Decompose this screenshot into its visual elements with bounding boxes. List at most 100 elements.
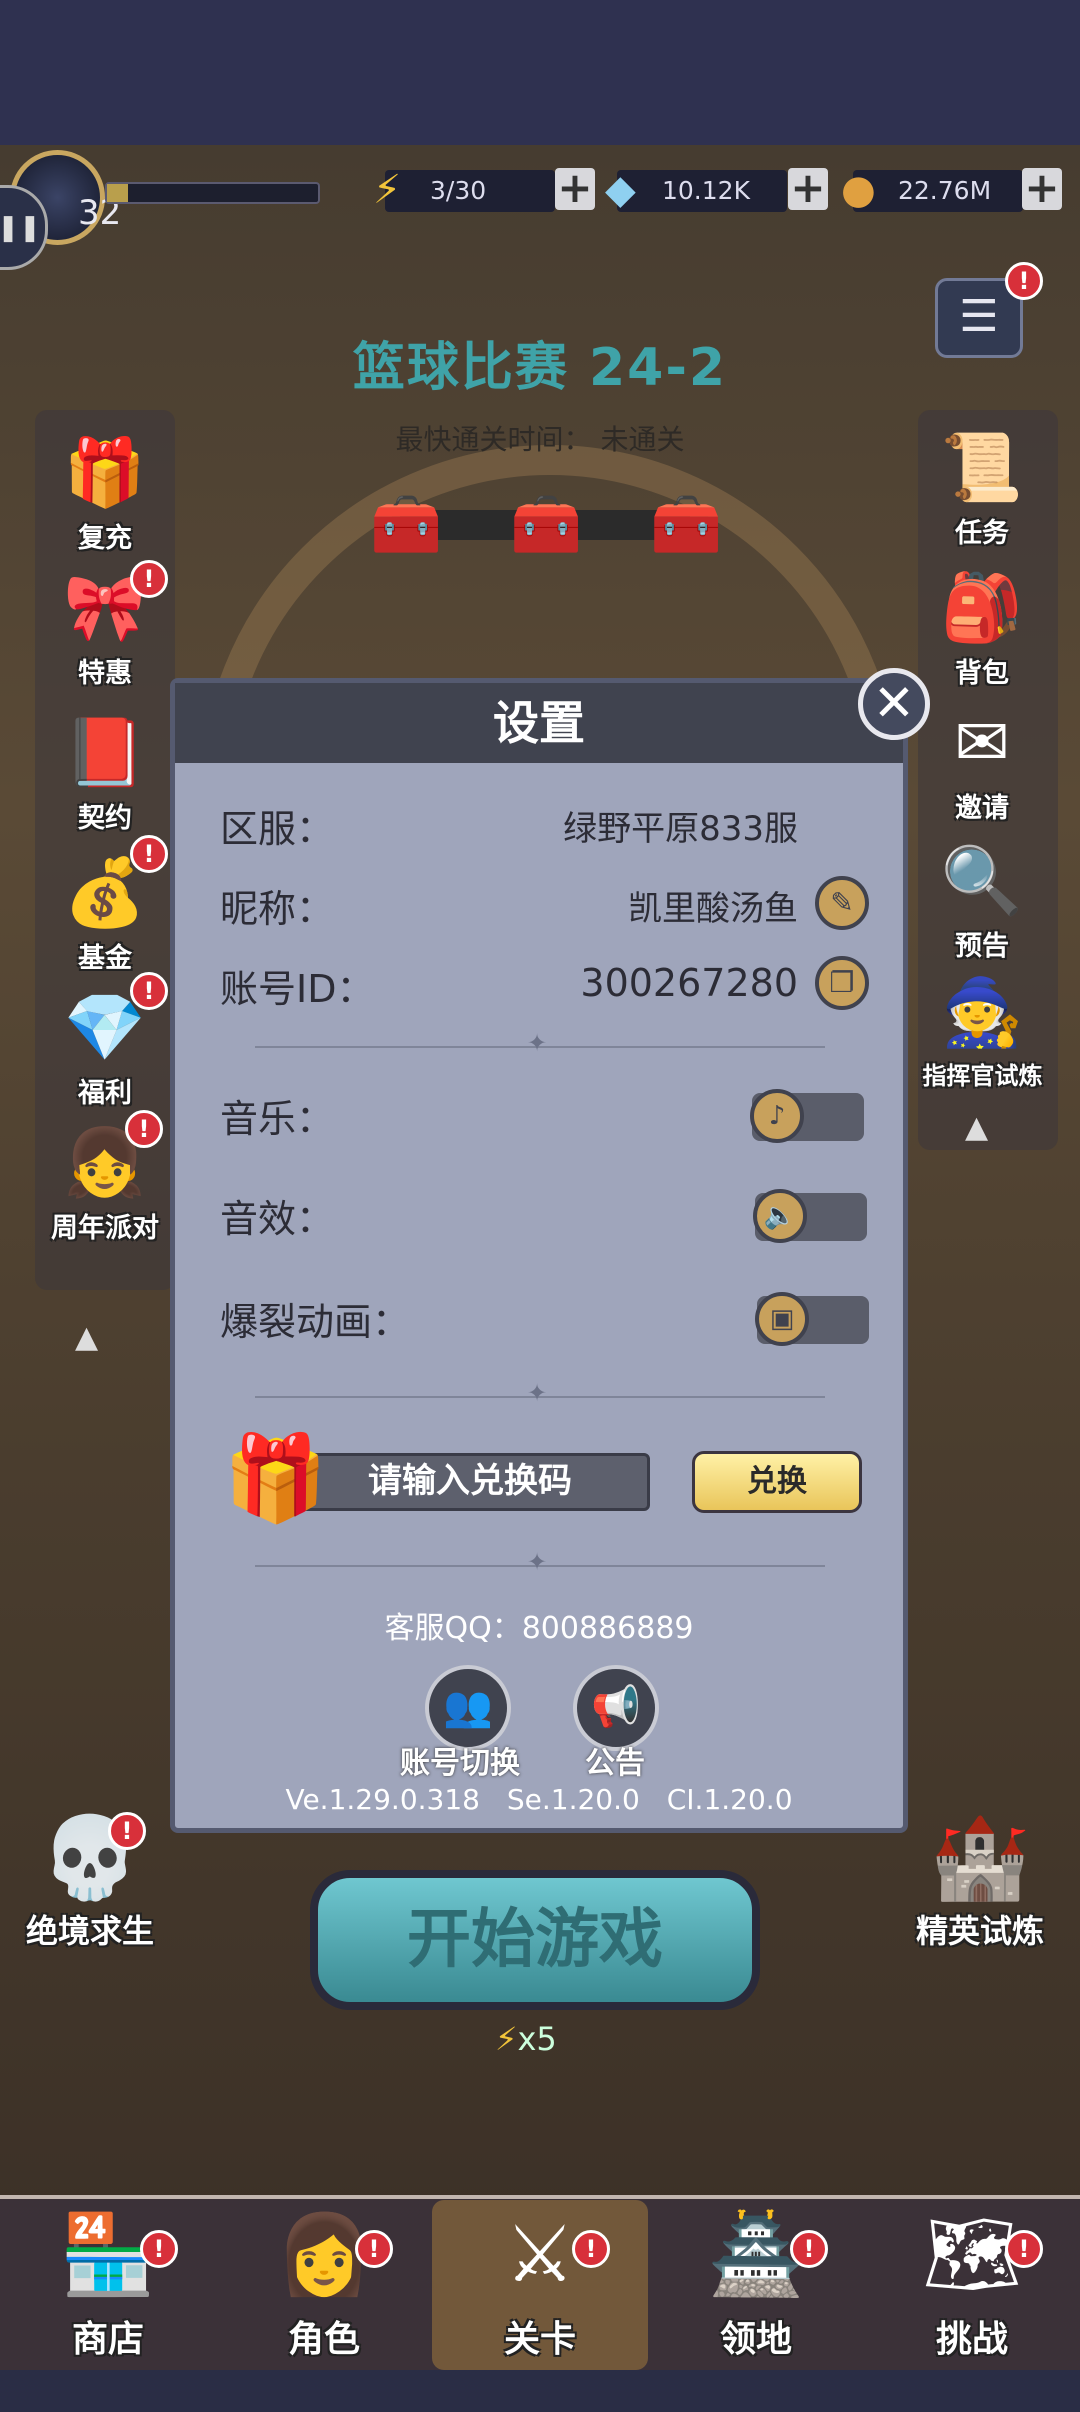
copy-account-id-button[interactable]: ❐ <box>815 956 869 1010</box>
music-toggle[interactable]: ♪ <box>750 1089 864 1143</box>
left-menu-label: 福利 <box>78 1078 132 1109</box>
left-menu-label: 周年派对 <box>51 1213 159 1244</box>
add-gold-button[interactable]: + <box>1022 167 1062 210</box>
music-note-icon: ♪ <box>750 1089 804 1143</box>
stage-title: 篮球比赛 24-2 <box>352 338 728 398</box>
preview-icon: 🔍 <box>940 842 1024 919</box>
right-menu-label: 邀请 <box>955 793 1009 824</box>
menu-alert-badge: ! <box>1005 262 1043 300</box>
left-menu-anniversary[interactable]: 👧 周年派对 <box>25 1120 185 1245</box>
right-menu-label: 任务 <box>955 518 1009 549</box>
right-menu-label: 背包 <box>955 658 1009 689</box>
pencil-icon: ✎ <box>830 886 854 919</box>
backpack-icon: 🎒 <box>940 569 1024 646</box>
character-icon: 👩 <box>275 2210 373 2300</box>
left-menu-contract[interactable]: 📕 契约 <box>35 710 175 835</box>
elite-trial-label: 精英试炼 <box>915 1912 1044 1950</box>
collapse-up-icon[interactable]: ▲ <box>75 1320 98 1355</box>
right-menu-backpack[interactable]: 🎒 背包 <box>912 565 1052 690</box>
gold-display: ● 22.76M <box>841 167 1023 213</box>
music-label: 音乐： <box>220 1097 335 1141</box>
left-menu-label: 特惠 <box>78 658 132 689</box>
right-menu-preview[interactable]: 🔍 预告 <box>912 838 1052 963</box>
treasure-chest-icon[interactable]: 🧰 <box>510 490 582 559</box>
diamond-icon: ◆ <box>605 167 636 213</box>
tab-label: 领地 <box>719 2319 792 2360</box>
challenge-alert-badge: ! <box>1005 2230 1043 2268</box>
divider-ornament-icon: ✦ <box>527 1379 548 1407</box>
tab-stage[interactable]: ⚔ 关卡 <box>432 2200 648 2370</box>
server-value: 绿野平原833服 <box>563 809 798 849</box>
settings-title: 设置 <box>175 683 903 763</box>
treasure-chest-icon[interactable]: 🧰 <box>650 490 722 559</box>
contract-icon: 📕 <box>63 714 147 791</box>
copy-icon: ❐ <box>829 966 855 999</box>
burst-animation-label: 爆裂动画： <box>220 1300 411 1344</box>
shop-icon: 🏪 <box>59 2210 157 2300</box>
tab-label: 挑战 <box>935 2319 1008 2360</box>
fund-alert-badge: ! <box>130 835 168 873</box>
commander-trial-icon: 🧙 <box>941 974 1024 1051</box>
fastest-clear-value: 未通关 <box>600 423 685 456</box>
left-menu-label: 复充 <box>78 523 132 554</box>
lightning-icon: ⚡ <box>373 167 402 213</box>
tab-character[interactable]: 👩 角色 <box>216 2200 432 2370</box>
stage-alert-badge: ! <box>572 2230 610 2268</box>
status-area <box>0 0 1080 145</box>
left-menu-recharge[interactable]: 🎁 复充 <box>35 430 175 555</box>
lightning-icon: ⚡ <box>495 2020 518 2058</box>
challenge-map-icon: 🗺 <box>922 2210 1022 2300</box>
add-diamond-button[interactable]: + <box>788 167 828 210</box>
character-alert-badge: ! <box>355 2230 393 2268</box>
redeem-button[interactable]: 兑换 <box>692 1451 862 1513</box>
diamond-value: 10.12K <box>662 176 750 205</box>
right-menu-label: 指挥官试炼 <box>922 1062 1043 1090</box>
tab-challenge[interactable]: 🗺 挑战 <box>864 2200 1080 2370</box>
purple-gift-icon: 🎁 <box>223 1429 328 1527</box>
dark-knight-icon: 💀 <box>40 1811 140 1904</box>
settings-dialog: 设置 区服： 绿野平原833服 昵称： 凯里酸汤鱼 ✎ 账号ID： 300267… <box>170 678 908 1833</box>
right-menu-invite[interactable]: ✉ 邀请 <box>912 700 1052 825</box>
version-info: Ve.1.29.0.318 Se.1.20.0 CI.1.20.0 <box>285 1783 793 1816</box>
elite-trial-button[interactable]: 🏰 精英试炼 <box>885 1810 1075 1952</box>
tab-label: 关卡 <box>503 2319 576 2360</box>
add-energy-button[interactable]: + <box>555 167 595 210</box>
edit-nickname-button[interactable]: ✎ <box>815 876 869 930</box>
divider-ornament-icon: ✦ <box>527 1548 548 1576</box>
right-menu-commander-trial[interactable]: 🧙 指挥官试炼 <box>895 970 1070 1091</box>
divider-ornament-icon: ✦ <box>527 1029 548 1057</box>
server-label: 区服： <box>220 807 335 851</box>
megaphone-icon: 📢 <box>591 1684 641 1730</box>
tab-shop[interactable]: 🏪 商店 <box>0 2200 216 2370</box>
burst-animation-toggle[interactable]: ▣ <box>755 1292 869 1346</box>
pause-icon: ❚❚ <box>0 213 41 243</box>
right-menu-quest[interactable]: 📜 任务 <box>912 425 1052 550</box>
castle-icon: 🏰 <box>930 1811 1030 1904</box>
survival-alert-badge: ! <box>108 1812 146 1850</box>
left-menu-label: 契约 <box>78 803 132 834</box>
diamond-display: ◆ 10.12K <box>605 167 787 213</box>
start-game-button[interactable]: 开始游戏 <box>310 1870 760 2010</box>
quest-icon: 📜 <box>940 429 1024 506</box>
left-menu-label: 基金 <box>78 943 132 974</box>
tab-territory[interactable]: 🏯 领地 <box>648 2200 864 2370</box>
sfx-toggle[interactable]: 🔈 <box>753 1189 867 1243</box>
energy-cost-value: x5 <box>517 2020 557 2058</box>
gift-box-icon: 🎁 <box>63 434 147 511</box>
speaker-icon: 🔈 <box>753 1189 807 1243</box>
collapse-up-icon[interactable]: ▲ <box>965 1110 988 1145</box>
energy-cost: ⚡x5 <box>495 2020 557 2058</box>
welfare-alert-badge: ! <box>130 972 168 1010</box>
switch-account-label: 账号切换 <box>400 1746 520 1781</box>
exp-bar <box>105 182 320 204</box>
deal-alert-badge: ! <box>130 560 168 598</box>
treasure-chest-icon[interactable]: 🧰 <box>370 490 442 559</box>
account-id-value: 300267280 <box>580 961 798 1005</box>
survival-mode-button[interactable]: 💀 绝境求生 <box>0 1810 185 1952</box>
close-settings-button[interactable]: ✕ <box>858 668 930 740</box>
announcement-label: 公告 <box>585 1746 645 1781</box>
account-id-label: 账号ID： <box>220 967 375 1011</box>
image-icon: ▣ <box>755 1292 809 1346</box>
redeem-code-input[interactable]: 请输入兑换码 <box>290 1453 650 1511</box>
energy-display: ⚡ 3/30 <box>373 167 555 213</box>
